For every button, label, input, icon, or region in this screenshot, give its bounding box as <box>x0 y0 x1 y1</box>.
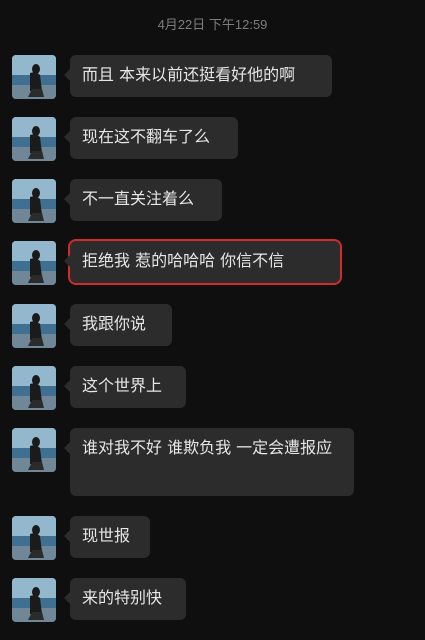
contact-avatar[interactable] <box>12 117 56 161</box>
message-bubble[interactable]: 不一直关注着么 <box>64 179 222 221</box>
message-bubble[interactable]: 这个世界上 <box>64 366 186 408</box>
contact-avatar[interactable] <box>12 241 56 285</box>
message-text: 来的特别快 <box>82 588 163 607</box>
chat-timestamp: 4月22日 下午12:59 <box>157 17 268 32</box>
contact-avatar[interactable] <box>12 366 56 410</box>
contact-avatar[interactable] <box>12 428 56 472</box>
message-bubble[interactable]: 现世报 <box>64 516 150 558</box>
contact-avatar[interactable] <box>12 578 56 622</box>
message-text: 不一直关注着么 <box>82 189 195 208</box>
contact-avatar[interactable] <box>12 55 56 99</box>
message-bubble[interactable]: 谁对我不好 谁欺负我 一定会遭报应 <box>64 428 354 496</box>
message-bubble-highlighted[interactable]: 拒绝我 惹的哈哈哈 你信不信 <box>64 239 342 285</box>
message-text: 现在这不翻车了么 <box>82 127 211 146</box>
message-text: 谁对我不好 谁欺负我 一定会遭报应 <box>82 438 333 457</box>
message-bubble[interactable]: 我跟你说 <box>64 304 172 346</box>
message-bubble[interactable]: 现在这不翻车了么 <box>64 117 238 159</box>
message-bubble[interactable]: 而且 本来以前还挺看好他的啊 <box>64 55 332 97</box>
contact-avatar[interactable] <box>12 304 56 348</box>
message-text: 拒绝我 惹的哈哈哈 你信不信 <box>82 251 285 270</box>
contact-avatar[interactable] <box>12 516 56 560</box>
contact-avatar[interactable] <box>12 179 56 223</box>
message-bubble[interactable]: 来的特别快 <box>64 578 186 620</box>
message-text: 我跟你说 <box>82 314 147 333</box>
message-text: 而且 本来以前还挺看好他的啊 <box>82 65 296 84</box>
message-text: 这个世界上 <box>82 376 163 395</box>
message-text: 现世报 <box>82 526 131 545</box>
